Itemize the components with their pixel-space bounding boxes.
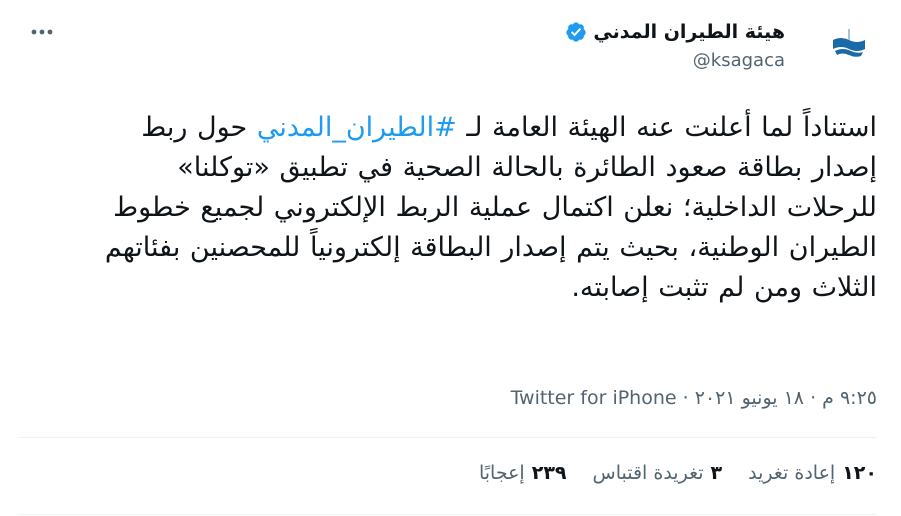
avatar[interactable]: [821, 18, 877, 74]
tweet-meta: ٩:٢٥ م · ١٨ يونيو ٢٠٢١ · Twitter for iPh…: [511, 383, 877, 413]
meta-separator: ·: [810, 387, 817, 409]
engagement-stats: ١٢٠ إعادة تغريد ٣ تغريدة اقتباس ٢٣٩ إعجا…: [479, 462, 877, 484]
tweet-text-part: استناداً لما أعلنت عنه الهيئة العامة لـ: [456, 112, 877, 143]
account-info: هيئة الطيران المدني @ksagaca: [565, 18, 785, 71]
account-handle[interactable]: @ksagaca: [565, 50, 785, 71]
quotes-stat[interactable]: ٣ تغريدة اقتباس: [593, 462, 723, 484]
display-name[interactable]: هيئة الطيران المدني: [593, 21, 785, 43]
more-options-button[interactable]: [28, 18, 56, 46]
retweets-label: إعادة تغريد: [748, 462, 836, 484]
divider: [18, 437, 877, 438]
likes-label: إعجابًا: [478, 462, 525, 484]
quotes-count: ٣: [710, 462, 723, 484]
display-name-row: هيئة الطيران المدني: [565, 18, 785, 46]
quotes-label: تغريدة اقتباس: [592, 462, 704, 484]
tweet-text: استناداً لما أعلنت عنه الهيئة العامة لـ …: [87, 108, 877, 308]
hashtag-link[interactable]: #الطيران_المدني: [257, 112, 457, 143]
tweet-date[interactable]: ١٨ يونيو ٢٠٢١: [695, 387, 804, 409]
meta-separator: ·: [682, 387, 689, 409]
gaca-logo: [821, 18, 877, 74]
likes-count: ٢٣٩: [531, 462, 567, 484]
likes-stat[interactable]: ٢٣٩ إعجابًا: [479, 462, 567, 484]
retweets-stat[interactable]: ١٢٠ إعادة تغريد: [748, 462, 877, 484]
tweet-time[interactable]: ٩:٢٥ م: [822, 387, 877, 409]
more-horizontal-icon: [31, 29, 53, 35]
verified-badge-icon: [565, 21, 587, 43]
tweet-card: هيئة الطيران المدني @ksagaca استناداً لم…: [0, 0, 901, 516]
tweet-source-link[interactable]: Twitter for iPhone: [511, 387, 677, 409]
retweets-count: ١٢٠: [842, 462, 877, 484]
divider: [18, 514, 877, 515]
